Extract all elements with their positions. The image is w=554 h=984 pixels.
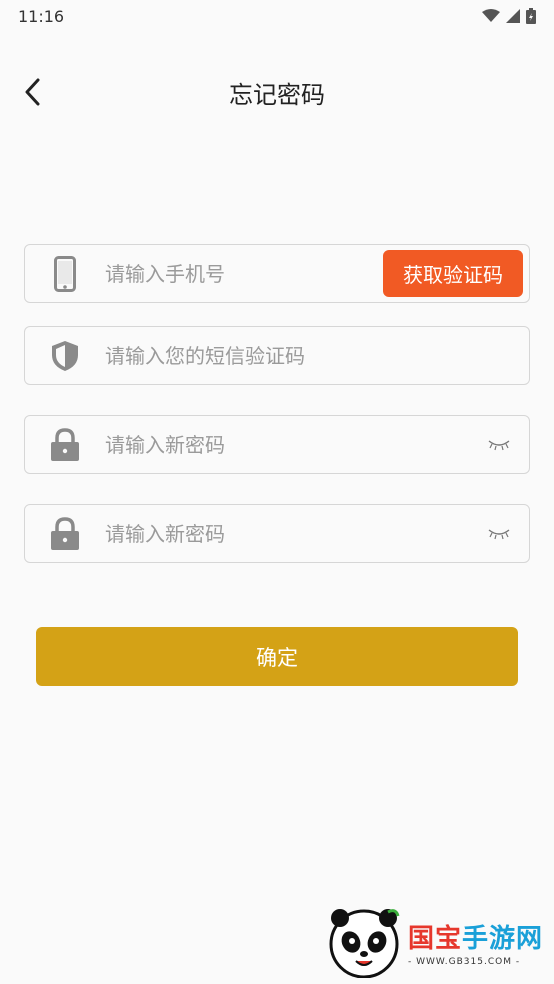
watermark-name-part2: 手游网 bbox=[462, 923, 544, 954]
phone-icon bbox=[54, 255, 76, 292]
battery-icon bbox=[526, 8, 536, 24]
watermark-name: 国宝手游网 bbox=[408, 918, 543, 955]
shield-icon-wrap bbox=[25, 327, 105, 384]
eye-closed-icon bbox=[488, 439, 510, 450]
phone-field: 获取验证码 bbox=[24, 244, 530, 303]
sms-code-field bbox=[24, 326, 530, 385]
lock-icon-wrap bbox=[25, 505, 105, 562]
phone-input[interactable] bbox=[105, 245, 383, 302]
new-password-input[interactable] bbox=[105, 416, 469, 473]
watermark-name-part1: 国宝 bbox=[408, 923, 463, 954]
sms-code-input[interactable] bbox=[105, 327, 529, 384]
wifi-icon bbox=[482, 9, 500, 22]
confirm-password-input[interactable] bbox=[105, 505, 469, 562]
signal-icon bbox=[506, 9, 520, 23]
watermark-url: - WWW.GB315.COM - bbox=[408, 956, 521, 967]
page-title: 忘记密码 bbox=[229, 80, 325, 109]
lock-icon bbox=[51, 516, 79, 550]
eye-closed-icon bbox=[488, 528, 510, 539]
lock-icon-wrap bbox=[25, 416, 105, 473]
confirm-password-field bbox=[24, 504, 530, 563]
lock-icon bbox=[51, 427, 79, 461]
status-icons bbox=[482, 8, 536, 24]
back-button[interactable] bbox=[14, 74, 50, 110]
nav-header: 忘记密码 bbox=[0, 62, 554, 122]
watermark-text: 国宝手游网 - WWW.GB315.COM - bbox=[408, 918, 543, 967]
phone-icon-wrap bbox=[25, 245, 105, 302]
status-bar: 11:16 bbox=[0, 0, 554, 32]
panda-logo-icon bbox=[329, 909, 400, 978]
get-code-button[interactable]: 获取验证码 bbox=[383, 250, 523, 297]
toggle-password-visibility[interactable] bbox=[469, 416, 529, 473]
shield-icon bbox=[52, 340, 78, 371]
toggle-confirm-password-visibility[interactable] bbox=[469, 505, 529, 562]
confirm-button[interactable]: 确定 bbox=[36, 627, 518, 686]
chevron-left-icon bbox=[25, 78, 40, 106]
watermark: 国宝手游网 - WWW.GB315.COM - bbox=[326, 904, 546, 980]
new-password-field bbox=[24, 415, 530, 474]
status-time: 11:16 bbox=[18, 6, 65, 26]
